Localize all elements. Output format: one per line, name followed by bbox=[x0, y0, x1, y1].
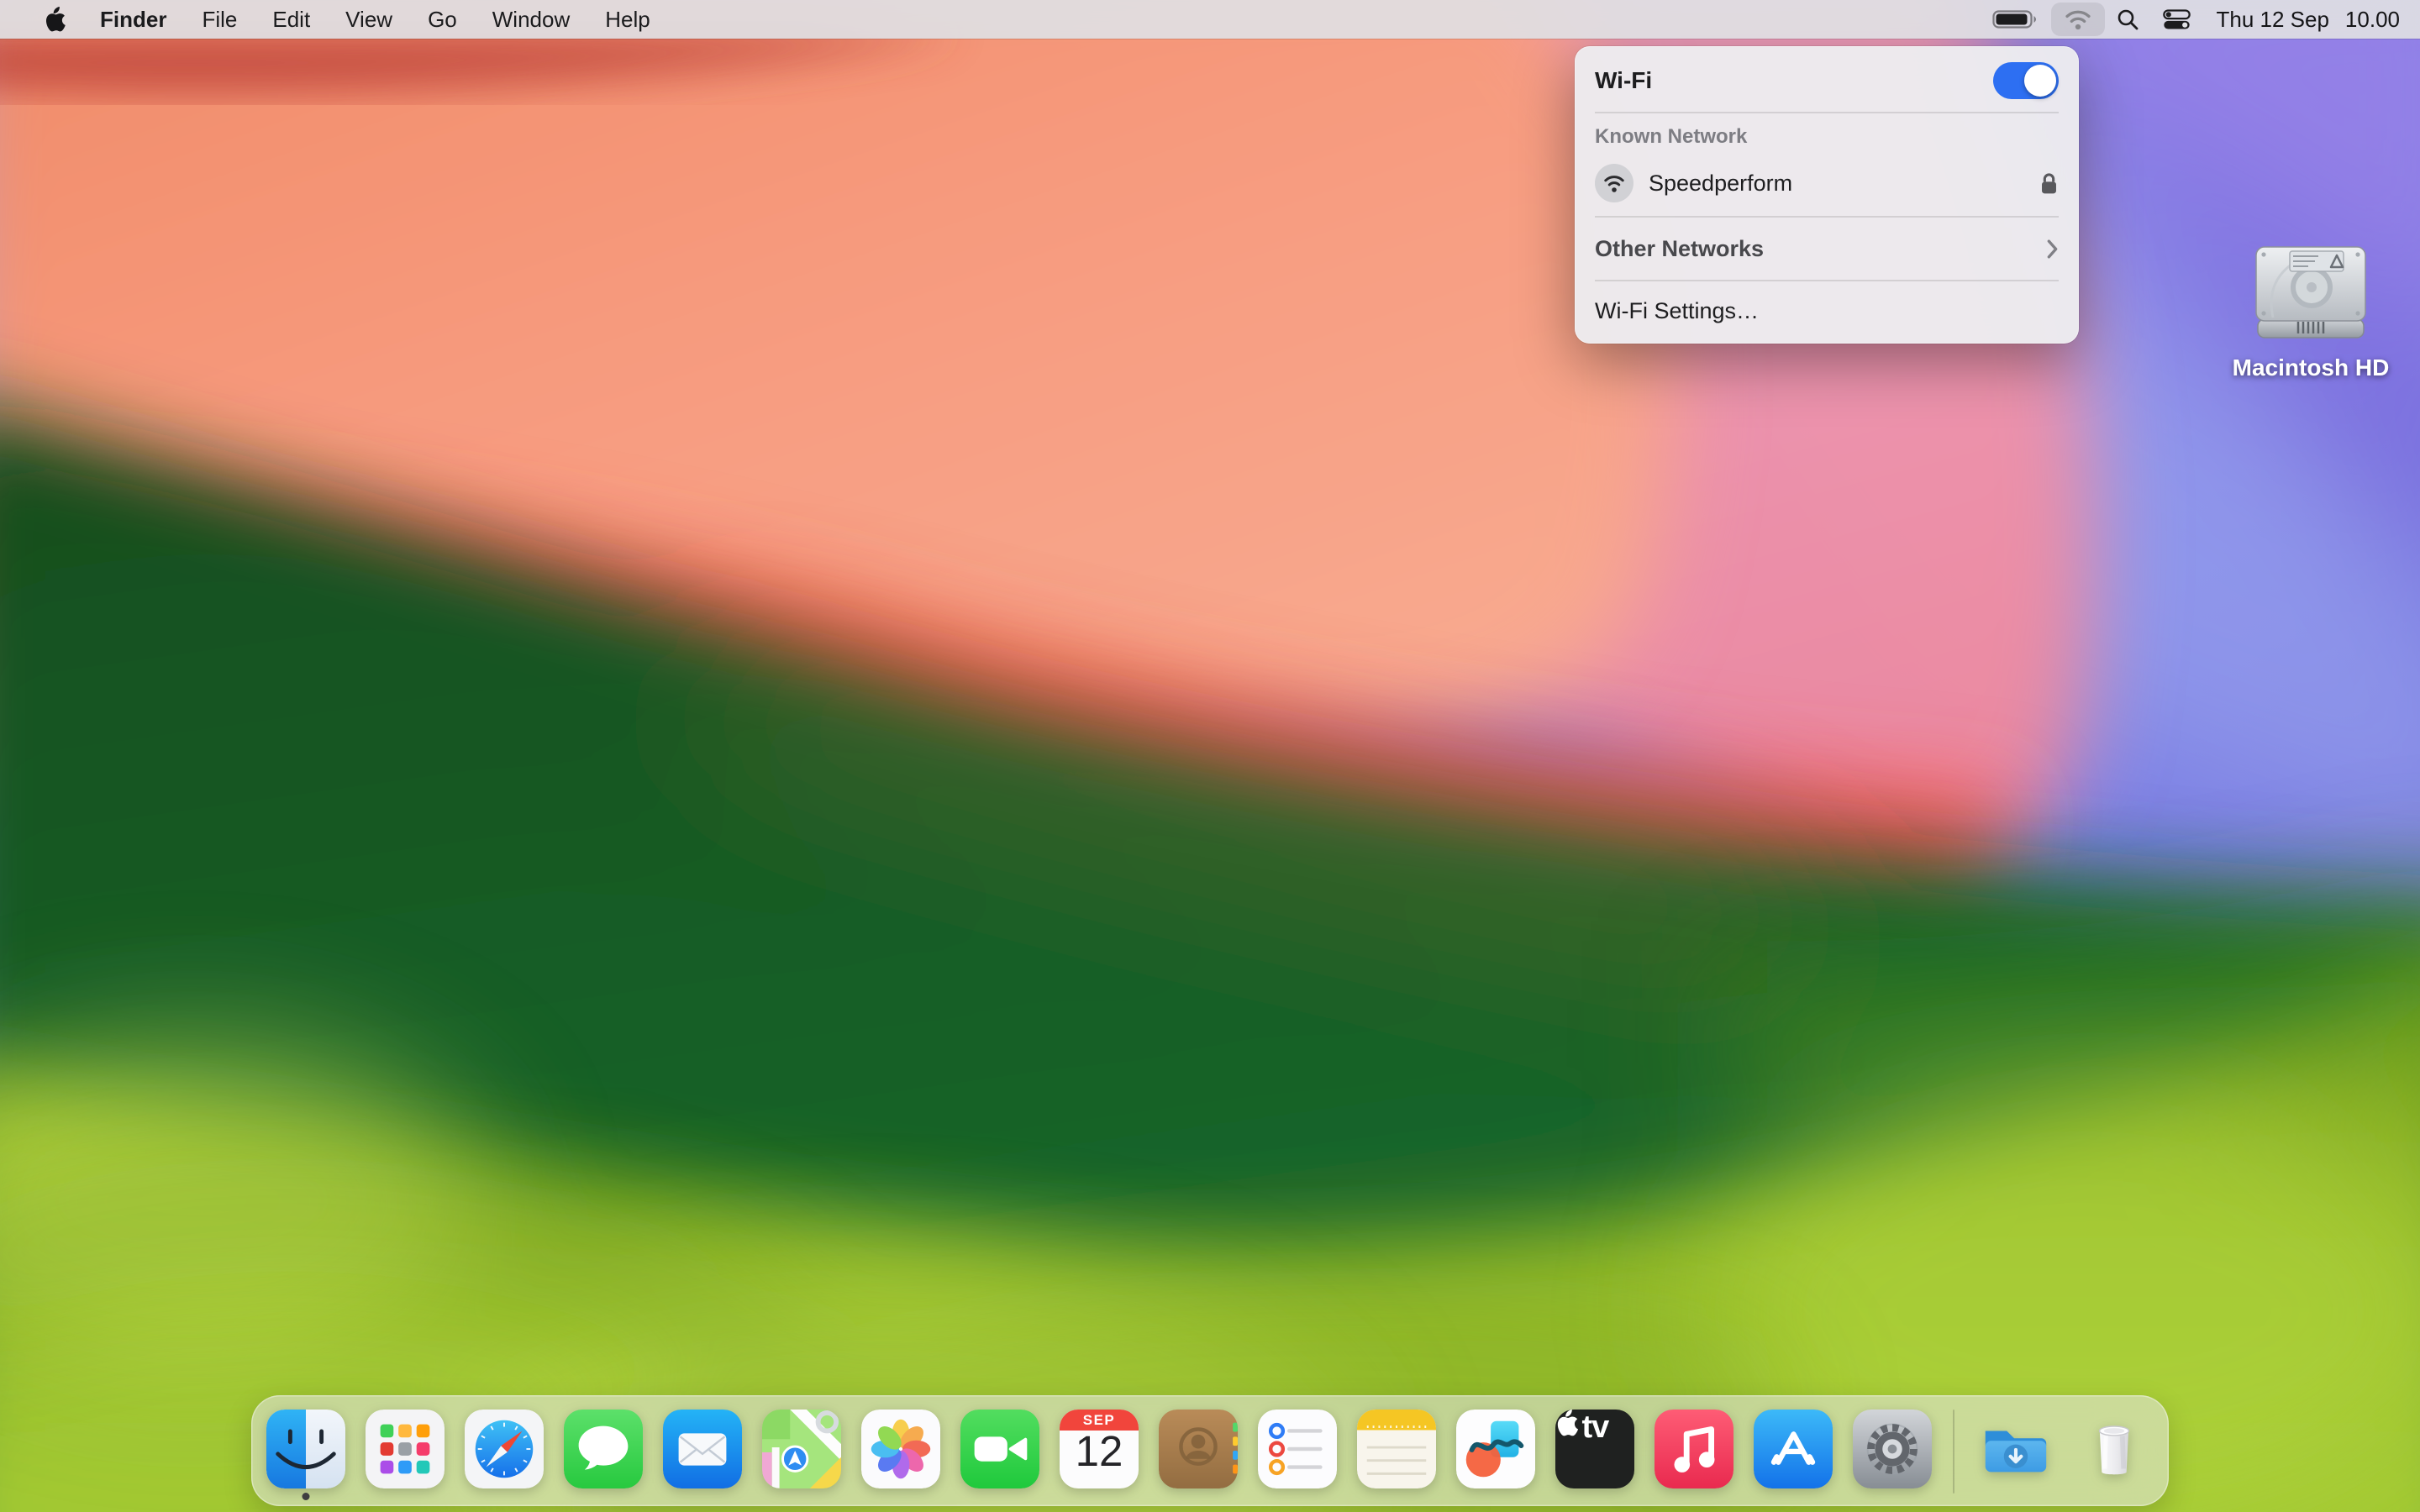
dock-safari[interactable] bbox=[465, 1410, 544, 1488]
divider bbox=[1595, 216, 2059, 218]
menu-window[interactable]: Window bbox=[475, 0, 587, 39]
volume-label: Macintosh HD bbox=[2233, 354, 2390, 381]
wifi-signal-icon bbox=[1602, 173, 1627, 194]
dock-system-settings[interactable] bbox=[1853, 1410, 1932, 1488]
dock-trash[interactable] bbox=[2075, 1410, 2154, 1488]
dock-facetime[interactable] bbox=[960, 1410, 1039, 1488]
calendar-icon: SEP 12 bbox=[1060, 1410, 1139, 1488]
dock-finder[interactable] bbox=[266, 1410, 345, 1488]
dock-tv[interactable]: tv bbox=[1555, 1410, 1634, 1488]
chevron-right-icon bbox=[2046, 239, 2059, 260]
wifi-menu-extra[interactable] bbox=[2051, 3, 2105, 36]
finder-icon bbox=[266, 1410, 345, 1488]
dock-reminders[interactable] bbox=[1258, 1410, 1337, 1488]
menu-go[interactable]: Go bbox=[410, 0, 475, 39]
network-item-speedperform[interactable]: Speedperform bbox=[1575, 155, 2079, 211]
menu-app-name[interactable]: Finder bbox=[82, 0, 184, 39]
apple-logo-icon bbox=[44, 7, 66, 33]
wifi-icon bbox=[2063, 8, 2093, 31]
app-store-icon bbox=[1754, 1410, 1833, 1488]
dock-notes[interactable] bbox=[1357, 1410, 1436, 1488]
apple-menu[interactable] bbox=[27, 0, 82, 39]
battery-icon bbox=[1992, 8, 2039, 30]
downloads-folder-icon bbox=[1975, 1410, 2054, 1488]
notes-icon bbox=[1357, 1410, 1436, 1488]
network-wifi-badge bbox=[1595, 164, 1634, 202]
calendar-day: 12 bbox=[1060, 1426, 1139, 1476]
dock-app-store[interactable] bbox=[1754, 1410, 1833, 1488]
freeform-icon bbox=[1456, 1410, 1535, 1488]
mail-icon bbox=[663, 1410, 742, 1488]
dock-photos[interactable] bbox=[861, 1410, 940, 1488]
photos-icon bbox=[861, 1410, 940, 1488]
lock-icon bbox=[2039, 171, 2059, 197]
dock-downloads[interactable] bbox=[1975, 1410, 2054, 1488]
divider bbox=[1595, 112, 2059, 113]
trash-icon bbox=[2075, 1410, 2154, 1488]
menu-file[interactable]: File bbox=[184, 0, 255, 39]
wifi-toggle[interactable] bbox=[1993, 62, 2059, 99]
dock-calendar[interactable]: SEP 12 bbox=[1060, 1410, 1139, 1488]
clock-date: Thu 12 Sep bbox=[2216, 7, 2328, 33]
dock: SEP 12 bbox=[251, 1395, 2169, 1506]
tv-logo-text: tv bbox=[1581, 1410, 1608, 1445]
dock-launchpad[interactable] bbox=[366, 1410, 445, 1488]
reminders-icon bbox=[1258, 1410, 1337, 1488]
dock-mail[interactable] bbox=[663, 1410, 742, 1488]
safari-icon bbox=[465, 1410, 544, 1488]
tv-icon: tv bbox=[1555, 1410, 1634, 1488]
control-center[interactable] bbox=[2151, 3, 2202, 36]
dock-maps[interactable] bbox=[762, 1410, 841, 1488]
wifi-popup-title: Wi-Fi bbox=[1595, 67, 1993, 94]
running-indicator bbox=[302, 1493, 310, 1500]
toggle-knob bbox=[2024, 65, 2056, 97]
menu-edit[interactable]: Edit bbox=[255, 0, 328, 39]
known-network-header: Known Network bbox=[1575, 118, 2079, 155]
network-name: Speedperform bbox=[1649, 171, 2024, 197]
dock-separator bbox=[1953, 1410, 1954, 1494]
menu-bar-status: Thu 12 Sep 10.00 bbox=[1981, 0, 2420, 39]
menu-help[interactable]: Help bbox=[587, 0, 667, 39]
wifi-settings-item[interactable]: Wi-Fi Settings… bbox=[1575, 286, 2079, 335]
dock-music[interactable] bbox=[1655, 1410, 1733, 1488]
contacts-icon bbox=[1159, 1410, 1238, 1488]
hard-drive-icon bbox=[2248, 242, 2374, 348]
divider bbox=[1595, 280, 2059, 281]
spotlight-search[interactable] bbox=[2105, 3, 2151, 36]
dock-freeform[interactable] bbox=[1456, 1410, 1535, 1488]
launchpad-icon bbox=[366, 1410, 445, 1488]
music-icon bbox=[1655, 1410, 1733, 1488]
wifi-settings-label: Wi-Fi Settings… bbox=[1595, 298, 2059, 324]
menu-bar: Finder File Edit View Go Window Help bbox=[0, 0, 2420, 39]
apple-glyph bbox=[1555, 1410, 1578, 1437]
search-icon bbox=[2117, 8, 2139, 31]
macintosh-hd-icon[interactable]: Macintosh HD bbox=[2231, 242, 2391, 381]
control-center-icon bbox=[2163, 9, 2191, 30]
menu-view[interactable]: View bbox=[328, 0, 410, 39]
maps-icon bbox=[762, 1410, 841, 1488]
system-settings-icon bbox=[1853, 1410, 1932, 1488]
facetime-icon bbox=[960, 1410, 1039, 1488]
dock-contacts[interactable] bbox=[1159, 1410, 1238, 1488]
other-networks-item[interactable]: Other Networks bbox=[1575, 223, 2079, 275]
wifi-menu-popup: Wi-Fi Known Network Speedperform Other N… bbox=[1575, 46, 2079, 344]
other-networks-label: Other Networks bbox=[1595, 236, 2046, 262]
clock-time: 10.00 bbox=[2345, 7, 2400, 33]
wifi-toggle-row: Wi-Fi bbox=[1575, 55, 2079, 107]
battery-status[interactable] bbox=[1981, 3, 2051, 36]
dock-messages[interactable] bbox=[564, 1410, 643, 1488]
menu-bar-clock[interactable]: Thu 12 Sep 10.00 bbox=[2202, 7, 2400, 33]
messages-icon bbox=[564, 1410, 643, 1488]
menu-bar-left: Finder File Edit View Go Window Help bbox=[0, 0, 668, 39]
